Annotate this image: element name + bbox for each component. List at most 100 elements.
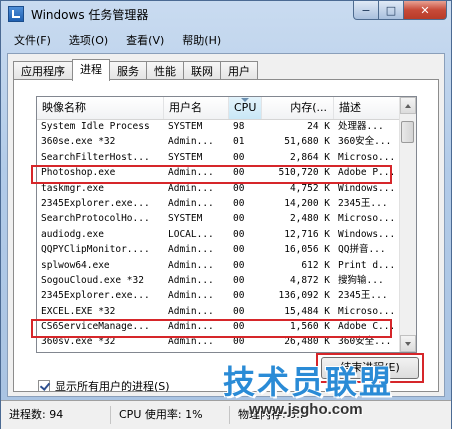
cell-user: Admin... bbox=[168, 274, 214, 286]
show-all-users-checkbox[interactable] bbox=[38, 380, 50, 392]
tab-services[interactable]: 服务 bbox=[109, 61, 147, 80]
cell-mem: 16,056 K bbox=[284, 244, 330, 256]
cell-cpu: 00 bbox=[233, 336, 245, 348]
cell-name: SearchProtocolHo... bbox=[41, 213, 150, 225]
caption-buttons: − □ ✕ bbox=[353, 1, 447, 21]
cell-cpu: 01 bbox=[233, 136, 245, 148]
cell-cpu: 98 bbox=[233, 121, 245, 132]
scroll-up-button[interactable] bbox=[400, 97, 416, 114]
menu-help[interactable]: 帮助(H) bbox=[173, 30, 230, 49]
tab-strip: 应用程序 进程 服务 性能 联网 用户 bbox=[13, 59, 258, 81]
cell-cpu: 00 bbox=[233, 151, 245, 163]
window-title: Windows 任务管理器 bbox=[31, 8, 149, 22]
cell-desc: 2345王... bbox=[338, 197, 388, 209]
table-row[interactable]: QQPYClipMonitor.... Admin... 00 16,056 K QQ拼… bbox=[37, 242, 402, 257]
cell-user: Admin... bbox=[168, 182, 214, 194]
scroll-down-button[interactable] bbox=[400, 335, 416, 352]
cell-name: splwow64.exe bbox=[41, 259, 110, 271]
cell-cpu: 00 bbox=[233, 197, 245, 209]
table-row[interactable]: SearchFilterHost... SYSTEM 00 2,864 K Micros… bbox=[37, 150, 402, 165]
cell-mem: 12,716 K bbox=[284, 228, 330, 240]
process-list[interactable]: 映像名称 用户名 CPU 内存(... 描述 System Idle Proce… bbox=[36, 96, 417, 353]
cell-name: SogouCloud.exe *32 bbox=[41, 274, 144, 286]
scroll-thumb[interactable] bbox=[401, 121, 414, 143]
column-image-name[interactable]: 映像名称 bbox=[37, 97, 164, 119]
show-all-users-label: 显示所有用户的进程(S) bbox=[55, 380, 170, 393]
cell-desc: 处理器... bbox=[338, 121, 384, 132]
column-memory[interactable]: 内存(... bbox=[262, 97, 334, 119]
cell-name: Photoshop.exe bbox=[41, 167, 116, 179]
cell-cpu: 00 bbox=[233, 290, 245, 302]
cell-name: audiodg.exe bbox=[41, 228, 104, 240]
cell-user: Admin... bbox=[168, 290, 214, 302]
cell-name: EXCEL.EXE *32 bbox=[41, 305, 116, 317]
cell-name: QQPYClipMonitor.... bbox=[41, 244, 150, 256]
table-row[interactable]: CS6ServiceManage... Admin... 00 1,560 K Adob… bbox=[37, 319, 402, 334]
cell-desc: Microso... bbox=[338, 151, 396, 163]
tab-users[interactable]: 用户 bbox=[220, 61, 258, 80]
cell-user: SYSTEM bbox=[168, 213, 203, 225]
cell-mem: 4,752 K bbox=[289, 182, 330, 194]
table-row[interactable]: 2345Explorer.exe... Admin... 00 136,092 K 23… bbox=[37, 288, 402, 303]
vertical-scrollbar[interactable] bbox=[399, 97, 416, 352]
cell-desc: Microso... bbox=[338, 305, 396, 317]
cell-cpu: 00 bbox=[233, 167, 245, 179]
cell-user: Admin... bbox=[168, 136, 214, 148]
cell-user: Admin... bbox=[168, 197, 214, 209]
status-cpu-usage: CPU 使用率: 1% bbox=[111, 406, 230, 424]
tab-performance[interactable]: 性能 bbox=[146, 61, 184, 80]
cell-mem: 2,480 K bbox=[289, 213, 330, 225]
column-user-name[interactable]: 用户名 bbox=[164, 97, 229, 119]
cell-cpu: 00 bbox=[233, 321, 245, 333]
tab-networking[interactable]: 联网 bbox=[183, 61, 221, 80]
cell-cpu: 00 bbox=[233, 305, 245, 317]
title-bar[interactable]: Windows 任务管理器 − □ ✕ bbox=[1, 1, 451, 27]
cell-name: System Idle Process bbox=[41, 121, 150, 132]
cell-cpu: 00 bbox=[233, 182, 245, 194]
show-all-users-row[interactable]: 显示所有用户的进程(S) bbox=[38, 378, 170, 394]
cell-user: LOCAL... bbox=[168, 228, 214, 240]
menu-file[interactable]: 文件(F) bbox=[5, 30, 60, 49]
cell-desc: 搜狗输... bbox=[338, 274, 384, 286]
table-row[interactable]: splwow64.exe Admin... 00 612 K Print d... bbox=[37, 258, 402, 273]
table-row[interactable]: EXCEL.EXE *32 Admin... 00 15,484 K Microso..… bbox=[37, 304, 402, 319]
table-row[interactable]: System Idle Process SYSTEM 98 24 K 处理器... bbox=[37, 119, 402, 134]
column-header: 映像名称 用户名 CPU 内存(... 描述 bbox=[37, 97, 416, 120]
cell-user: Admin... bbox=[168, 244, 214, 256]
cell-user: Admin... bbox=[168, 336, 214, 348]
table-row[interactable]: 360se.exe *32 Admin... 01 51,680 K 360安全... bbox=[37, 134, 402, 149]
cell-mem: 26,480 K bbox=[284, 336, 330, 348]
tab-applications[interactable]: 应用程序 bbox=[13, 61, 73, 80]
minimize-button[interactable]: − bbox=[353, 1, 379, 20]
menu-options[interactable]: 选项(O) bbox=[60, 30, 117, 49]
table-row[interactable]: SogouCloud.exe *32 Admin... 00 4,872 K 搜狗输..… bbox=[37, 273, 402, 288]
cell-mem: 612 K bbox=[301, 259, 330, 271]
table-row[interactable]: 360sv.exe *32 Admin... 00 26,480 K 360安全... bbox=[37, 334, 402, 349]
task-manager-icon bbox=[8, 6, 24, 22]
table-row[interactable]: 2345Explorer.exe... Admin... 00 14,200 K 234… bbox=[37, 196, 402, 211]
cell-name: CS6ServiceManage... bbox=[41, 321, 150, 333]
cell-desc: 2345王... bbox=[338, 290, 388, 302]
cell-desc: 360安全... bbox=[338, 336, 392, 348]
table-row[interactable]: audiodg.exe LOCAL... 00 12,716 K Windows... bbox=[37, 227, 402, 242]
table-row[interactable]: taskmgr.exe Admin... 00 4,752 K Windows... bbox=[37, 181, 402, 196]
tab-processes[interactable]: 进程 bbox=[72, 59, 110, 81]
menu-view[interactable]: 查看(V) bbox=[117, 30, 173, 49]
table-row[interactable]: Photoshop.exe Admin... 00 510,720 K Adobe P.… bbox=[37, 165, 402, 180]
cell-desc: Windows... bbox=[338, 182, 396, 194]
cell-mem: 4,872 K bbox=[289, 274, 330, 286]
cell-name: 360se.exe *32 bbox=[41, 136, 116, 148]
cell-name: 2345Explorer.exe... bbox=[41, 197, 150, 209]
task-manager-window: Windows 任务管理器 − □ ✕ 文件(F) 选项(O) 查看(V) 帮助… bbox=[0, 0, 452, 429]
column-cpu[interactable]: CPU bbox=[229, 97, 262, 119]
cell-cpu: 00 bbox=[233, 244, 245, 256]
cell-name: SearchFilterHost... bbox=[41, 151, 150, 163]
cell-user: Admin... bbox=[168, 305, 214, 317]
cell-mem: 51,680 K bbox=[284, 136, 330, 148]
maximize-button[interactable]: □ bbox=[379, 1, 404, 20]
cell-mem: 510,720 K bbox=[278, 167, 330, 179]
close-button[interactable]: ✕ bbox=[404, 1, 447, 20]
cell-mem: 14,200 K bbox=[284, 197, 330, 209]
table-row[interactable]: SearchProtocolHo... SYSTEM 00 2,480 K Micros… bbox=[37, 211, 402, 226]
end-process-button[interactable]: 结束进程(E) bbox=[321, 357, 419, 379]
